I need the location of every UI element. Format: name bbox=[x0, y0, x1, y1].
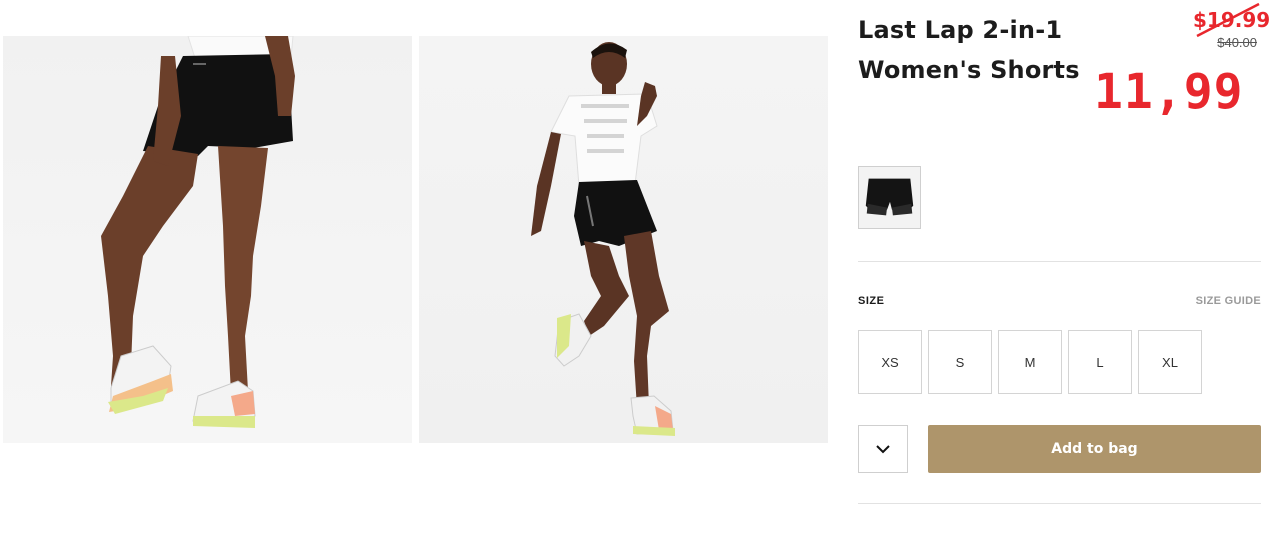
product-image-rear[interactable] bbox=[3, 36, 412, 443]
product-image-running[interactable] bbox=[419, 36, 828, 443]
old-sale-price: $19.99 bbox=[1193, 8, 1271, 32]
shorts-thumbnail bbox=[865, 178, 914, 216]
size-label: SIZE bbox=[858, 295, 885, 307]
divider bbox=[858, 261, 1261, 262]
size-option-l[interactable]: L bbox=[1068, 330, 1132, 394]
add-to-bag-button[interactable]: Add to bag bbox=[928, 425, 1261, 473]
running-model-photo bbox=[531, 42, 675, 436]
product-title: Last Lap 2-in-1 Women's Shorts bbox=[858, 10, 1098, 90]
product-title-line-2: Women's Shorts bbox=[858, 56, 1080, 84]
quantity-dropdown[interactable] bbox=[858, 425, 908, 473]
size-guide-link[interactable]: SIZE GUIDE bbox=[1180, 295, 1261, 307]
color-swatch-black[interactable] bbox=[858, 166, 921, 229]
size-option-s[interactable]: S bbox=[928, 330, 992, 394]
product-title-line-1: Last Lap 2-in-1 bbox=[858, 16, 1063, 44]
new-price: 11,99 bbox=[1094, 64, 1244, 120]
size-option-xl[interactable]: XL bbox=[1138, 330, 1202, 394]
size-option-m[interactable]: M bbox=[998, 330, 1062, 394]
divider bbox=[858, 503, 1261, 504]
size-option-xs[interactable]: XS bbox=[858, 330, 922, 394]
list-price: $40.00 bbox=[1217, 35, 1257, 50]
chevron-down-icon bbox=[876, 445, 890, 454]
rear-view-photo bbox=[101, 36, 295, 428]
